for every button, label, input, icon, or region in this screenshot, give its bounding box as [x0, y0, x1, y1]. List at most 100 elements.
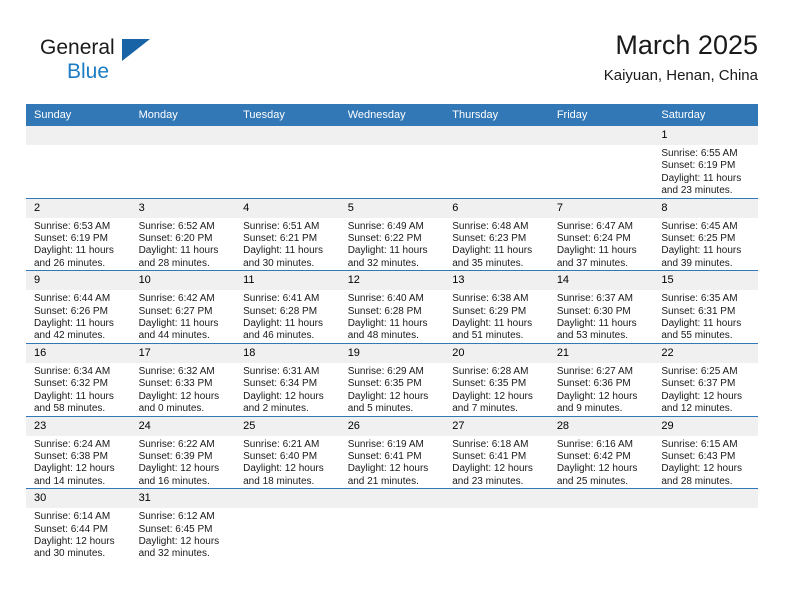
- sunset-time: Sunset: 6:41 PM: [452, 450, 527, 462]
- sunrise-time: Sunrise: 6:24 AM: [34, 438, 111, 450]
- calendar-header-row: Sunday Monday Tuesday Wednesday Thursday Frid…: [26, 104, 758, 126]
- calendar-day-cell[interactable]: 2 Sunrise: 6:53 AM Sunset: 6:19 PM Daylight…: [26, 198, 131, 272]
- daylight-duration: Daylight: 11 hours and 37 minutes.: [556, 245, 637, 269]
- weekday-header-thursday: Thursday: [444, 104, 549, 126]
- calendar-day-cell[interactable]: 14 Sunrise: 6:37 AM Sunset: 6:30 PM Dayligh…: [548, 270, 654, 344]
- calendar-day-cell[interactable]: 17 Sunrise: 6:32 AM Sunset: 6:33 PM Dayligh…: [130, 343, 236, 417]
- day-number: [235, 126, 340, 145]
- calendar-day-cell[interactable]: 20 Sunrise: 6:28 AM Sunset: 6:35 PM Dayligh…: [444, 343, 549, 417]
- calendar-day-cell[interactable]: 22 Sunrise: 6:25 AM Sunset: 6:37 PM Dayligh…: [653, 343, 758, 417]
- page-title: March 2025: [615, 30, 758, 60]
- calendar-day-cell[interactable]: 30 Sunrise: 6:14 AM Sunset: 6:44 PM Dayligh…: [26, 488, 131, 561]
- calendar-day-cell[interactable]: 26 Sunrise: 6:19 AM Sunset: 6:41 PM Dayligh…: [339, 416, 445, 490]
- day-number: 4: [235, 198, 340, 218]
- calendar-day-cell[interactable]: 5 Sunrise: 6:49 AM Sunset: 6:22 PM Daylight…: [339, 198, 445, 272]
- page-header: General Blue March 2025 Kaiyuan, Henan, …: [26, 28, 758, 98]
- calendar-day-cell[interactable]: 6 Sunrise: 6:48 AM Sunset: 6:23 PM Daylight…: [444, 198, 549, 272]
- sunset-time: Sunset: 6:27 PM: [138, 305, 213, 317]
- daylight-duration: Daylight: 12 hours and 23 minutes.: [452, 463, 533, 487]
- day-details: Sunrise: 6:52 AM Sunset: 6:20 PM Daylight:…: [131, 218, 236, 271]
- calendar-day-cell[interactable]: 31 Sunrise: 6:12 AM Sunset: 6:45 PM Dayligh…: [130, 488, 236, 561]
- calendar-day-cell[interactable]: 4 Sunrise: 6:51 AM Sunset: 6:21 PM Daylight…: [235, 198, 340, 272]
- sunrise-time: Sunrise: 6:37 AM: [556, 293, 633, 305]
- daylight-duration: Daylight: 12 hours and 32 minutes.: [138, 535, 220, 560]
- daylight-duration: Daylight: 12 hours and 21 minutes.: [347, 463, 429, 487]
- sunset-time: Sunset: 6:19 PM: [34, 233, 108, 245]
- calendar-day-cell[interactable]: 10 Sunrise: 6:42 AM Sunset: 6:27 PM Dayligh…: [130, 270, 236, 344]
- weekday-header-saturday: Saturday: [653, 104, 758, 126]
- day-number: 13: [444, 271, 549, 291]
- sunrise-time: Sunrise: 6:19 AM: [347, 438, 424, 450]
- day-details: Sunrise: 6:12 AM Sunset: 6:45 PM Daylight:…: [131, 508, 236, 561]
- daylight-duration: Daylight: 11 hours and 32 minutes.: [347, 245, 428, 269]
- daylight-duration: Daylight: 11 hours and 55 minutes.: [661, 318, 742, 342]
- day-number: 19: [339, 343, 445, 363]
- daylight-duration: Daylight: 12 hours and 7 minutes.: [452, 390, 533, 415]
- day-details: Sunrise: 6:19 AM Sunset: 6:41 PM Daylight:…: [340, 436, 445, 489]
- day-details: Sunrise: 6:38 AM Sunset: 6:29 PM Daylight:…: [444, 290, 549, 343]
- sunset-time: Sunset: 6:34 PM: [243, 378, 318, 390]
- sunrise-time: Sunrise: 6:40 AM: [347, 293, 424, 305]
- sunrise-time: Sunrise: 6:34 AM: [34, 365, 111, 377]
- sunset-time: Sunset: 6:38 PM: [34, 450, 108, 462]
- daylight-duration: Daylight: 11 hours and 28 minutes.: [138, 245, 219, 269]
- calendar-day-cell[interactable]: 1 Sunrise: 6:55 AM Sunset: 6:19 PM Daylight…: [653, 126, 758, 199]
- calendar-day-cell[interactable]: 15 Sunrise: 6:35 AM Sunset: 6:31 PM Dayligh…: [653, 270, 758, 344]
- day-number: [339, 126, 445, 145]
- day-details: Sunrise: 6:49 AM Sunset: 6:22 PM Daylight:…: [340, 218, 445, 271]
- sunset-time: Sunset: 6:42 PM: [556, 450, 631, 462]
- calendar-week-row: 1 Sunrise: 6:55 AM Sunset: 6:19 PM Daylight…: [26, 126, 758, 199]
- calendar-day-cell[interactable]: 19 Sunrise: 6:29 AM Sunset: 6:35 PM Dayligh…: [339, 343, 445, 417]
- sunrise-time: Sunrise: 6:12 AM: [138, 511, 215, 523]
- calendar-day-cell[interactable]: 21 Sunrise: 6:27 AM Sunset: 6:36 PM Dayligh…: [548, 343, 654, 417]
- day-number: 25: [235, 416, 340, 436]
- calendar-day-cell[interactable]: 9 Sunrise: 6:44 AM Sunset: 6:26 PM Daylight…: [26, 270, 131, 344]
- day-number: [444, 489, 549, 509]
- calendar-day-cell[interactable]: 27 Sunrise: 6:18 AM Sunset: 6:41 PM Dayligh…: [444, 416, 549, 490]
- daylight-duration: Daylight: 12 hours and 18 minutes.: [243, 463, 324, 487]
- sunrise-time: Sunrise: 6:41 AM: [243, 293, 320, 305]
- calendar-week-row: 16 Sunrise: 6:34 AM Sunset: 6:32 PM Dayligh…: [26, 343, 758, 417]
- day-details: Sunrise: 6:21 AM Sunset: 6:40 PM Daylight:…: [235, 436, 340, 489]
- daylight-duration: Daylight: 12 hours and 12 minutes.: [661, 390, 742, 415]
- sunrise-time: Sunrise: 6:35 AM: [661, 293, 738, 305]
- day-details: Sunrise: 6:48 AM Sunset: 6:23 PM Daylight:…: [444, 218, 549, 271]
- daylight-duration: Daylight: 11 hours and 48 minutes.: [347, 318, 428, 342]
- sunset-time: Sunset: 6:22 PM: [347, 233, 422, 245]
- sunset-time: Sunset: 6:28 PM: [243, 305, 318, 317]
- sunrise-time: Sunrise: 6:48 AM: [452, 220, 529, 232]
- calendar-day-cell[interactable]: 24 Sunrise: 6:22 AM Sunset: 6:39 PM Dayligh…: [130, 416, 236, 490]
- daylight-duration: Daylight: 11 hours and 30 minutes.: [243, 245, 323, 269]
- sunset-time: Sunset: 6:37 PM: [661, 378, 736, 390]
- day-number: [444, 126, 549, 145]
- calendar-day-cell[interactable]: 16 Sunrise: 6:34 AM Sunset: 6:32 PM Dayligh…: [26, 343, 131, 417]
- day-number: [130, 126, 236, 145]
- weekday-header-sunday: Sunday: [26, 104, 131, 126]
- calendar-day-cell[interactable]: 13 Sunrise: 6:38 AM Sunset: 6:29 PM Dayligh…: [444, 270, 549, 344]
- calendar-day-cell[interactable]: 29 Sunrise: 6:15 AM Sunset: 6:43 PM Dayligh…: [653, 416, 758, 490]
- calendar-cell-empty: [444, 126, 549, 199]
- sunset-time: Sunset: 6:30 PM: [556, 305, 631, 317]
- sunrise-time: Sunrise: 6:15 AM: [661, 438, 738, 450]
- calendar-day-cell[interactable]: 18 Sunrise: 6:31 AM Sunset: 6:34 PM Dayligh…: [235, 343, 340, 417]
- general-blue-logo[interactable]: General Blue: [40, 36, 170, 92]
- calendar-day-cell[interactable]: 7 Sunrise: 6:47 AM Sunset: 6:24 PM Daylight…: [548, 198, 654, 272]
- daylight-duration: Daylight: 11 hours and 35 minutes.: [452, 245, 533, 269]
- calendar-day-cell[interactable]: 25 Sunrise: 6:21 AM Sunset: 6:40 PM Dayligh…: [235, 416, 340, 490]
- title-block: March 2025 Kaiyuan, Henan, China: [604, 28, 758, 87]
- calendar-day-cell[interactable]: 23 Sunrise: 6:24 AM Sunset: 6:38 PM Dayligh…: [26, 416, 131, 490]
- calendar-day-cell[interactable]: 28 Sunrise: 6:16 AM Sunset: 6:42 PM Dayligh…: [548, 416, 654, 490]
- daylight-duration: Daylight: 12 hours and 14 minutes.: [34, 463, 115, 487]
- day-number: 9: [26, 271, 131, 291]
- day-number: 16: [26, 343, 131, 363]
- calendar-cell-empty: [339, 488, 445, 561]
- day-number: 31: [130, 489, 236, 509]
- calendar-day-cell[interactable]: 8 Sunrise: 6:45 AM Sunset: 6:25 PM Daylight…: [653, 198, 758, 272]
- calendar-week-row: 30 Sunrise: 6:14 AM Sunset: 6:44 PM Dayligh…: [26, 488, 758, 561]
- calendar-day-cell[interactable]: 12 Sunrise: 6:40 AM Sunset: 6:28 PM Dayligh…: [339, 270, 445, 344]
- calendar-cell-empty: [130, 126, 236, 199]
- calendar-day-cell[interactable]: 11 Sunrise: 6:41 AM Sunset: 6:28 PM Dayligh…: [235, 270, 340, 344]
- calendar-day-cell[interactable]: 3 Sunrise: 6:52 AM Sunset: 6:20 PM Daylight…: [130, 198, 236, 272]
- day-details: Sunrise: 6:24 AM Sunset: 6:38 PM Daylight:…: [26, 436, 131, 489]
- sunset-time: Sunset: 6:43 PM: [661, 450, 736, 462]
